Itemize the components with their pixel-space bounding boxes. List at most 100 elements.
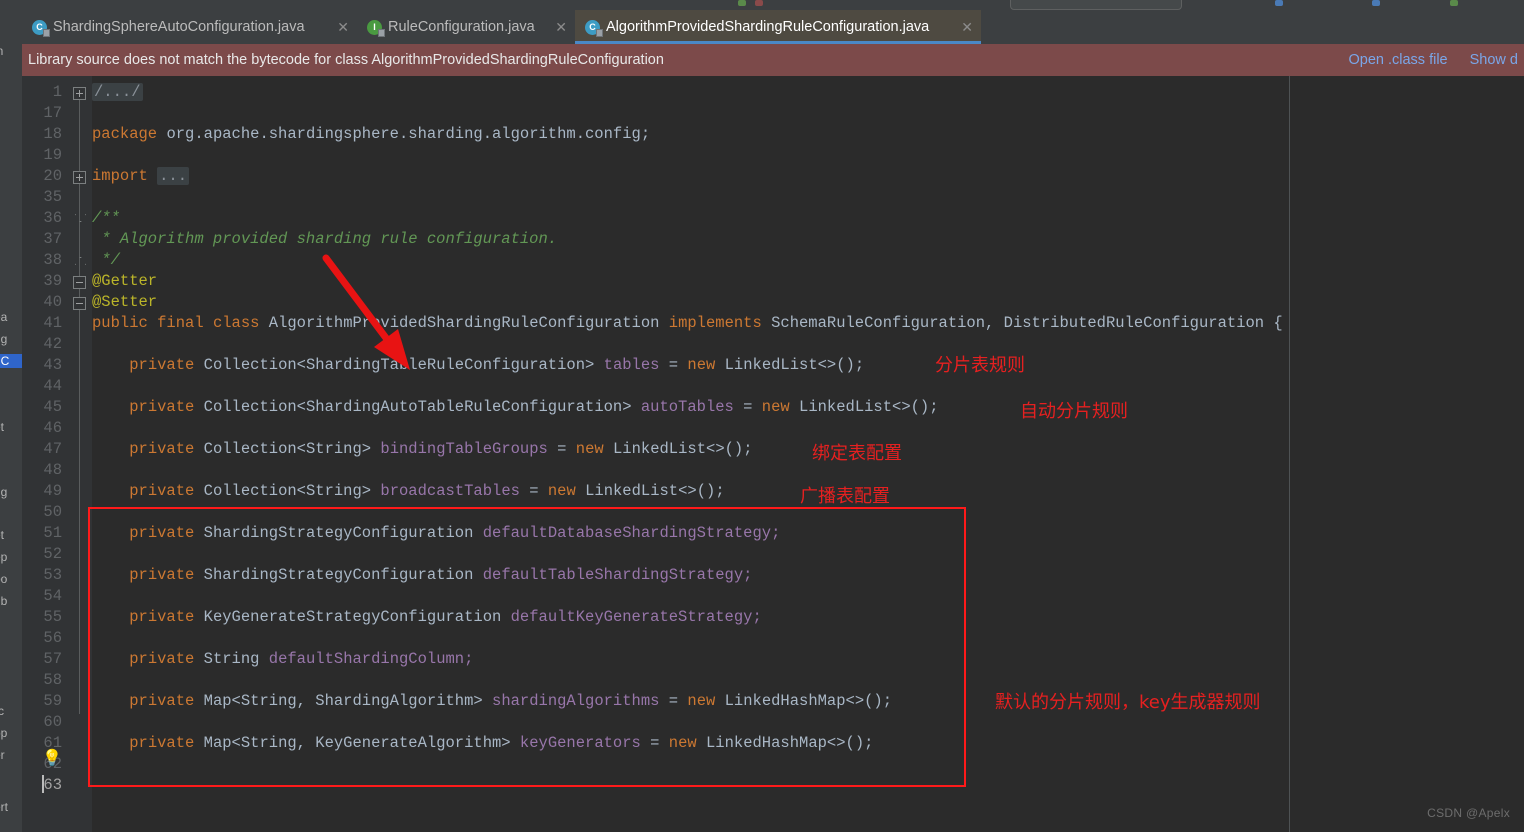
editor-notification-banner: Library source does not match the byteco… bbox=[22, 44, 1524, 76]
code-line: private ShardingStrategyConfiguration de… bbox=[129, 566, 753, 584]
code-line: private ShardingStrategyConfiguration de… bbox=[129, 524, 781, 542]
fold-collapse-icon[interactable] bbox=[73, 297, 86, 310]
code-line: private Map<String, KeyGenerateAlgorithm… bbox=[129, 734, 874, 752]
code-line: private Collection<ShardingTableRuleConf… bbox=[129, 356, 865, 374]
line-number: 17 bbox=[43, 104, 62, 122]
line-number-gutter[interactable]: 1 17 18 19 20 35 36 37 38 39 40 41 42 43 44 45 46 47 48 49 5… bbox=[22, 76, 68, 832]
project-tree-item[interactable]: et bbox=[0, 528, 4, 542]
fold-region-end-icon[interactable] bbox=[75, 257, 86, 265]
code-line: private Map<String, ShardingAlgorithm> s… bbox=[129, 692, 893, 710]
code-line: private Collection<String> bindingTableG… bbox=[129, 440, 753, 458]
project-tree-item[interactable]: oo bbox=[0, 572, 7, 586]
editor-tab-label: ShardingSphereAutoConfiguration.java bbox=[53, 19, 305, 35]
line-number: 39 bbox=[43, 272, 62, 290]
code-line: private Collection<String> broadcastTabl… bbox=[129, 482, 725, 500]
code-line: /.../ bbox=[92, 83, 143, 101]
line-number: 44 bbox=[43, 377, 62, 395]
java-class-icon: C bbox=[32, 19, 50, 37]
project-tree-item[interactable]: ng bbox=[0, 332, 7, 346]
project-tree-item[interactable]: et bbox=[0, 420, 4, 434]
project-tree-item[interactable]: rc bbox=[0, 704, 4, 718]
line-number: 36 bbox=[43, 209, 62, 227]
open-class-file-link[interactable]: Open .class file bbox=[1348, 52, 1447, 68]
line-number: 35 bbox=[43, 188, 62, 206]
toolbar-search-field[interactable] bbox=[1010, 0, 1182, 10]
fold-expand-icon[interactable] bbox=[73, 171, 86, 184]
close-icon[interactable]: ✕ bbox=[961, 20, 973, 34]
line-number: 53 bbox=[43, 566, 62, 584]
project-tree-item[interactable]: ert bbox=[0, 800, 8, 814]
fold-collapse-icon[interactable] bbox=[73, 276, 86, 289]
line-number: 56 bbox=[43, 629, 62, 647]
line-number: 46 bbox=[43, 419, 62, 437]
toolbar-icon-search[interactable] bbox=[1372, 0, 1380, 6]
line-number: 45 bbox=[43, 398, 62, 416]
line-number: 41 bbox=[43, 314, 62, 332]
text-caret bbox=[42, 775, 44, 793]
project-tree-item[interactable]: db bbox=[0, 594, 7, 608]
line-number: 43 bbox=[43, 356, 62, 374]
notification-message: Library source does not match the byteco… bbox=[28, 52, 664, 68]
line-number: 52 bbox=[43, 545, 62, 563]
line-number: 49 bbox=[43, 482, 62, 500]
line-number: 47 bbox=[43, 440, 62, 458]
project-tool-window[interactable]: in ea ng gC et ng et ep oo db rc pp er ert bbox=[0, 10, 22, 832]
right-margin-guide bbox=[1289, 76, 1290, 832]
line-number: 57 bbox=[43, 650, 62, 668]
editor-tab-label: RuleConfiguration.java bbox=[388, 19, 535, 35]
code-line: private KeyGenerateStrategyConfiguration… bbox=[129, 608, 762, 626]
project-tree-item[interactable]: gC bbox=[0, 354, 22, 368]
main-toolbar bbox=[0, 0, 1524, 10]
line-number: 54 bbox=[43, 587, 62, 605]
line-number: 58 bbox=[43, 671, 62, 689]
intention-bulb-icon[interactable]: 💡 bbox=[42, 751, 62, 767]
fold-region-line bbox=[79, 94, 80, 714]
editor-tab-label: AlgorithmProvidedShardingRuleConfigurati… bbox=[606, 19, 930, 35]
code-editor[interactable]: 1 17 18 19 20 35 36 37 38 39 40 41 42 43 44 45 46 47 48 49 5… bbox=[22, 76, 1524, 832]
line-number: 18 bbox=[43, 125, 62, 143]
project-tree-item[interactable]: pp bbox=[0, 726, 7, 740]
code-line: package org.apache.shardingsphere.shardi… bbox=[92, 125, 651, 143]
line-number: 38 bbox=[43, 251, 62, 269]
code-text-area[interactable]: /.../ package org.apache.shardingsphere.s… bbox=[92, 76, 1524, 832]
code-folding-gutter[interactable] bbox=[68, 76, 92, 832]
show-decompiled-link[interactable]: Show d bbox=[1470, 52, 1518, 68]
line-number: 51 bbox=[43, 524, 62, 542]
code-line: */ bbox=[92, 251, 120, 269]
line-number: 63 bbox=[43, 776, 62, 794]
line-number: 59 bbox=[43, 692, 62, 710]
editor-tab[interactable]: C ShardingSphereAutoConfiguration.java ✕ bbox=[22, 10, 357, 44]
code-line: private Collection<ShardingAutoTableRule… bbox=[129, 398, 939, 416]
fold-expand-icon[interactable] bbox=[73, 87, 86, 100]
code-line: import ... bbox=[92, 167, 190, 185]
toolbar-icon-debug[interactable] bbox=[1275, 0, 1283, 6]
close-icon[interactable]: ✕ bbox=[555, 20, 567, 34]
project-tree-item[interactable]: ep bbox=[0, 550, 7, 564]
project-tree-item[interactable]: ng bbox=[0, 485, 7, 499]
code-line: public final class AlgorithmProvidedShar… bbox=[92, 314, 1283, 332]
editor-tab-bar[interactable]: C ShardingSphereAutoConfiguration.java ✕ I R… bbox=[22, 10, 1524, 44]
code-line: /** bbox=[92, 209, 120, 227]
line-number: 60 bbox=[43, 713, 62, 731]
code-line: * Algorithm provided sharding rule confi… bbox=[92, 230, 558, 248]
line-number: 55 bbox=[43, 608, 62, 626]
toolbar-icon-stop[interactable] bbox=[755, 0, 763, 6]
project-tree-item[interactable]: ea bbox=[0, 310, 7, 324]
project-tree-item[interactable]: in bbox=[0, 44, 3, 58]
project-tree-item[interactable]: er bbox=[0, 748, 5, 762]
line-number: 42 bbox=[43, 335, 62, 353]
line-number: 1 bbox=[52, 83, 62, 101]
close-icon[interactable]: ✕ bbox=[337, 20, 349, 34]
editor-tab[interactable]: C AlgorithmProvidedShardingRuleConfigurat… bbox=[575, 10, 981, 44]
fold-region-start-icon[interactable] bbox=[75, 214, 86, 222]
line-number: 50 bbox=[43, 503, 62, 521]
line-number: 37 bbox=[43, 230, 62, 248]
line-number: 48 bbox=[43, 461, 62, 479]
line-number: 20 bbox=[43, 167, 62, 185]
java-interface-icon: I bbox=[367, 19, 385, 37]
editor-tab[interactable]: I RuleConfiguration.java ✕ bbox=[357, 10, 575, 44]
toolbar-icon-git[interactable] bbox=[1450, 0, 1458, 6]
line-number: 40 bbox=[43, 293, 62, 311]
toolbar-icon-run[interactable] bbox=[738, 0, 746, 6]
java-class-icon: C bbox=[585, 19, 603, 37]
